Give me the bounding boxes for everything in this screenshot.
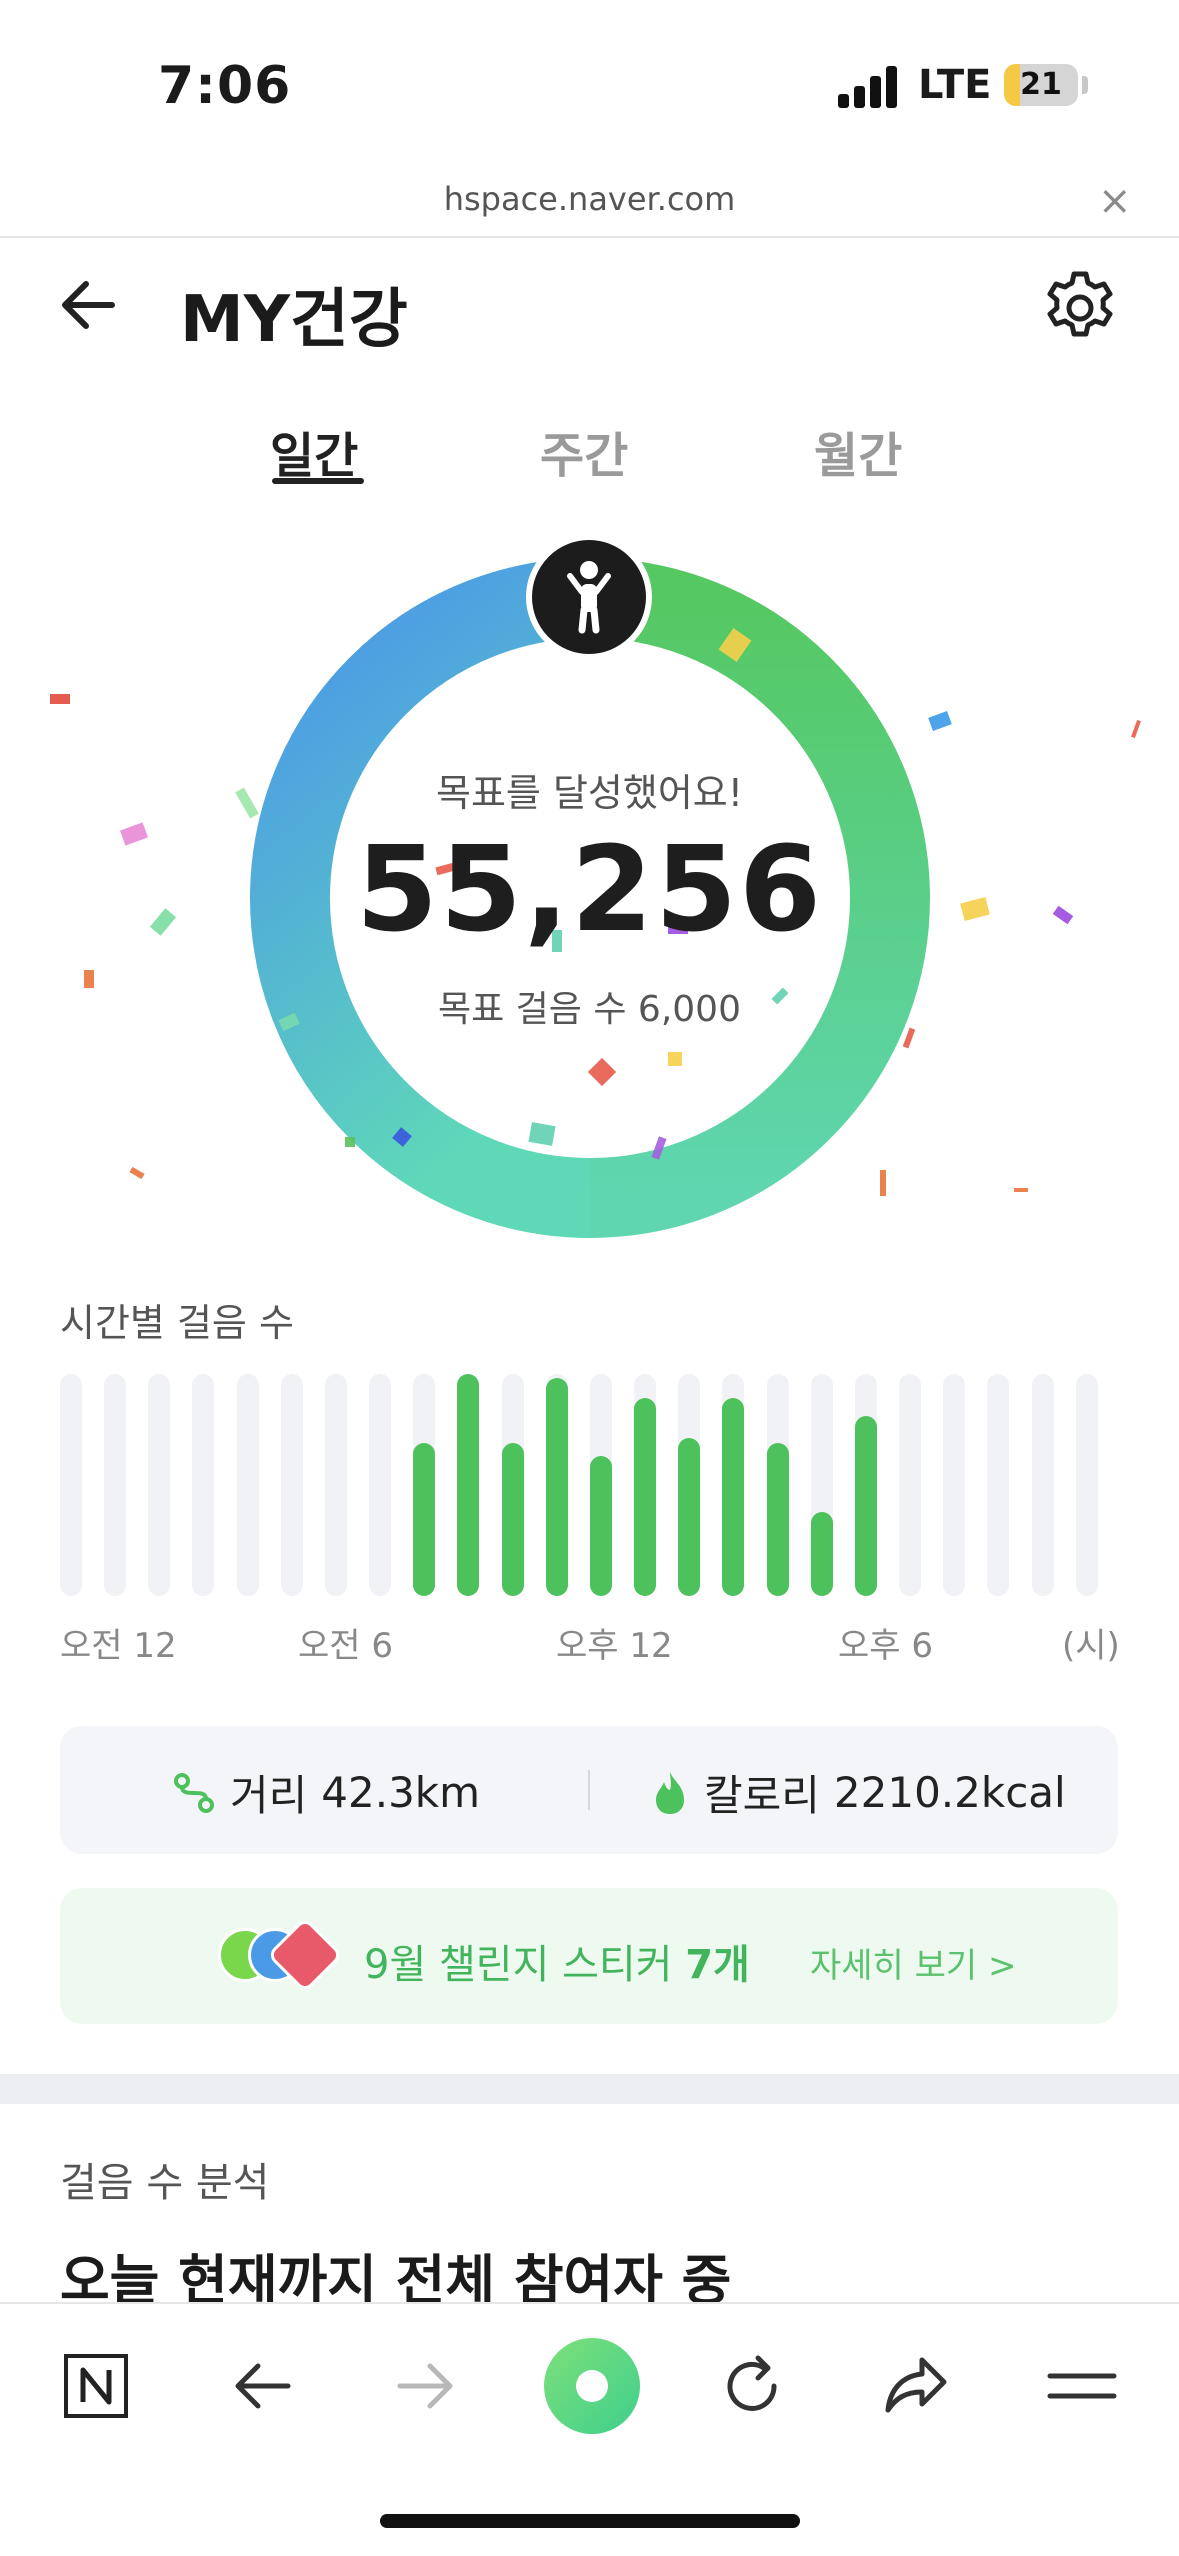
hour-bar: [766, 1442, 789, 1596]
battery-icon: 21: [1004, 64, 1078, 106]
tab-underline: [272, 478, 364, 484]
axis-label-noon: 오후 12: [556, 1626, 673, 1666]
battery-level: 21: [1020, 67, 1062, 102]
close-icon[interactable]: ×: [1098, 178, 1132, 224]
hour-bar: [589, 1456, 612, 1596]
challenge-label: 9월 챌린지 스티커: [364, 1942, 673, 1988]
hour-bar-track: [60, 1374, 82, 1596]
naver-home-icon[interactable]: [56, 2346, 136, 2426]
hour-bar-track: [280, 1374, 303, 1596]
hour-bar-track: [1075, 1374, 1098, 1596]
share-icon[interactable]: [876, 2346, 956, 2426]
hour-bar-track: [810, 1374, 833, 1596]
distance-label: 거리: [230, 1771, 308, 1820]
hour-bar-track: [634, 1374, 657, 1596]
url-bar[interactable]: hspace.naver.com ×: [0, 172, 1179, 238]
challenge-count: 7개: [685, 1942, 750, 1988]
distance-value: 42.3km: [321, 1768, 481, 1817]
hour-bar: [678, 1438, 701, 1596]
battery-nub: [1082, 76, 1088, 94]
hour-bar-track: [589, 1374, 612, 1596]
hour-bar-track: [678, 1374, 701, 1596]
hour-bar-track: [545, 1374, 568, 1596]
refresh-icon[interactable]: [712, 2346, 792, 2426]
hour-bar-track: [899, 1374, 922, 1596]
hour-bar-track: [413, 1374, 436, 1596]
url-text[interactable]: hspace.naver.com: [0, 180, 1179, 218]
home-indicator: [380, 2514, 800, 2528]
hour-bar-track: [324, 1374, 347, 1596]
back-arrow-icon[interactable]: [54, 270, 124, 340]
challenge-detail-link[interactable]: 자세히 보기 >: [810, 1938, 1017, 1987]
analysis-title: 걸음 수 분석: [60, 2160, 270, 2206]
hour-bar-track: [987, 1374, 1010, 1596]
stats-divider: [588, 1770, 590, 1810]
hour-bar: [634, 1398, 657, 1596]
step-count: 55,256: [355, 820, 824, 958]
signal-icon: [838, 66, 900, 108]
hour-bar-track: [148, 1374, 171, 1596]
goal-steps-label: 목표 걸음 수 6,000: [438, 989, 741, 1030]
hour-bar-track: [943, 1374, 966, 1596]
hour-bar-track: [457, 1374, 480, 1596]
tab-monthly[interactable]: 월간: [814, 416, 902, 486]
green-dot-icon[interactable]: [540, 2334, 644, 2438]
stats-card: 거리 42.3km 칼로리 2210.2kcal: [60, 1726, 1118, 1854]
distance-stat: 거리 42.3km: [172, 1762, 480, 1823]
axis-label-unit: (시): [1062, 1626, 1120, 1666]
tab-daily[interactable]: 일간: [270, 416, 358, 486]
flame-icon: [656, 1771, 684, 1814]
hour-bar-track: [1031, 1374, 1054, 1596]
axis-label-6am: 오전 6: [298, 1626, 393, 1666]
hour-bar: [457, 1374, 480, 1596]
hour-bar-track: [501, 1374, 524, 1596]
status-bar: 7:06 LTE 21: [0, 0, 1179, 170]
hour-bar: [545, 1378, 568, 1596]
my-health-page: 7:06 LTE 21 hspace.naver.com × MY건강 일간 주…: [0, 0, 1179, 2556]
menu-icon[interactable]: [1042, 2346, 1122, 2426]
route-icon: [174, 1772, 214, 1813]
hour-bar: [501, 1442, 524, 1596]
hour-bar-track: [192, 1374, 215, 1596]
network-type: LTE: [918, 62, 992, 108]
calorie-label: 칼로리: [704, 1771, 820, 1820]
hour-bar-track: [722, 1374, 745, 1596]
axis-label-midnight: 오전 12: [60, 1626, 177, 1666]
tab-weekly[interactable]: 주간: [540, 416, 628, 486]
hour-bar: [722, 1398, 745, 1596]
back-nav-icon[interactable]: [222, 2346, 302, 2426]
challenge-text: 9월 챌린지 스티커 7개: [364, 1932, 750, 1990]
hour-bar-track: [369, 1374, 392, 1596]
calorie-stat: 칼로리 2210.2kcal: [650, 1762, 1066, 1823]
calorie-value: 2210.2kcal: [833, 1768, 1066, 1817]
hourly-chart-title: 시간별 걸음 수: [60, 1301, 294, 1345]
hour-bar: [810, 1511, 833, 1596]
axis-label-6pm: 오후 6: [838, 1626, 933, 1666]
forward-nav-icon[interactable]: [386, 2346, 466, 2426]
status-time: 7:06: [158, 56, 292, 116]
hourly-bar-chart: [0, 1370, 1179, 1596]
section-divider: [0, 2074, 1179, 2104]
goal-achieved-message: 목표를 달성했어요!: [436, 771, 743, 815]
hour-bar-track: [854, 1374, 877, 1596]
hour-bar-track: [104, 1374, 127, 1596]
hour-bar-track: [236, 1374, 259, 1596]
walking-person-icon: [526, 534, 652, 660]
hour-bar: [854, 1416, 877, 1596]
challenge-card[interactable]: 9월 챌린지 스티커 7개 자세히 보기 >: [60, 1888, 1118, 2024]
hour-bar: [413, 1442, 436, 1596]
gear-icon[interactable]: [1040, 268, 1120, 348]
hour-bar-track: [766, 1374, 789, 1596]
page-title: MY건강: [180, 283, 408, 357]
